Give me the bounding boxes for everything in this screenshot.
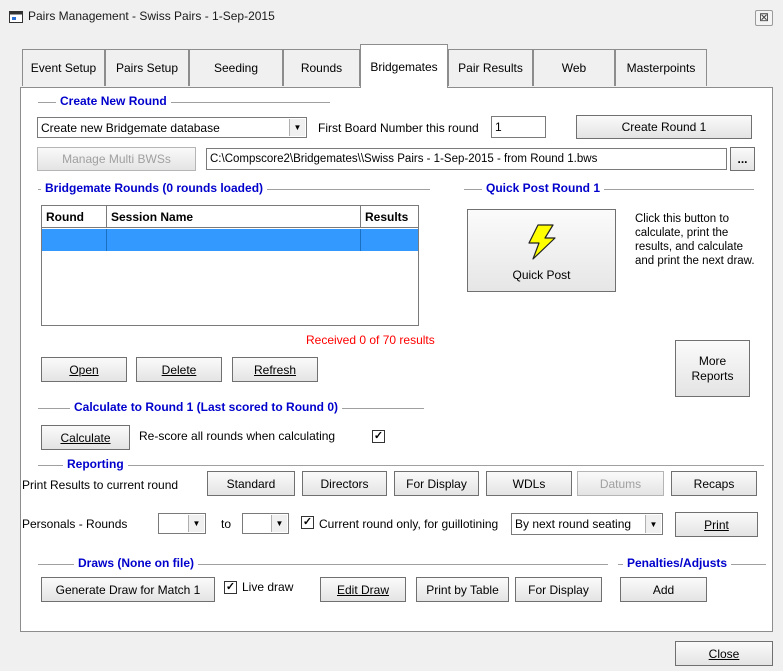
column-header-session-name[interactable]: Session Name	[107, 206, 361, 228]
quick-post-heading: Quick Post Round 1	[482, 181, 605, 195]
window-title: Pairs Management - Swiss Pairs - 1-Sep-2…	[28, 9, 275, 23]
tab-web[interactable]: Web	[533, 49, 615, 86]
wdls-button[interactable]: WDLs	[486, 471, 572, 496]
column-header-results[interactable]: Results	[361, 206, 418, 228]
for-display-button[interactable]: For Display	[394, 471, 479, 496]
tab-pairs-setup[interactable]: Pairs Setup	[105, 49, 189, 86]
rescore-checkbox[interactable]: ✓	[372, 430, 385, 443]
open-button-label: Open	[69, 362, 99, 377]
recaps-button[interactable]: Recaps	[671, 471, 757, 496]
section-divider	[38, 465, 764, 467]
open-button[interactable]: Open	[41, 357, 127, 382]
rounds-to-select[interactable]: ▼	[242, 513, 289, 534]
rounds-from-select[interactable]: ▼	[158, 513, 206, 534]
close-button[interactable]: Close	[675, 641, 773, 666]
first-board-label: First Board Number this round	[318, 121, 479, 135]
chevron-down-icon[interactable]: ▼	[645, 515, 661, 533]
bws-path-input[interactable]: C:\Compscore2\Bridgemates\\Swiss Pairs -…	[206, 148, 727, 170]
close-button-label: Close	[708, 646, 740, 661]
check-icon: ✓	[373, 430, 384, 442]
calculate-button-label: Calculate	[60, 430, 111, 445]
database-select-value: Create new Bridgemate database	[41, 120, 220, 135]
rescore-label: Re-score all rounds when calculating	[139, 429, 336, 443]
reporting-heading: Reporting	[63, 457, 128, 471]
tab-pair-results[interactable]: Pair Results	[448, 49, 533, 86]
received-status: Received 0 of 70 results	[306, 333, 435, 347]
tab-bridgemates[interactable]: Bridgemates	[360, 44, 448, 88]
tab-rounds[interactable]: Rounds	[283, 49, 360, 86]
browse-button[interactable]: ...	[730, 147, 755, 171]
app-window-icon	[9, 11, 23, 23]
draws-heading: Draws (None on file)	[74, 556, 199, 570]
refresh-button[interactable]: Refresh	[232, 357, 318, 382]
check-icon: ✓	[225, 581, 236, 593]
calculate-button[interactable]: Calculate	[41, 425, 130, 450]
quick-post-description: Click this button to calculate, print th…	[635, 213, 755, 267]
print-by-table-button[interactable]: Print by Table	[416, 577, 509, 602]
add-penalty-button[interactable]: Add	[620, 577, 707, 602]
grid-cell-selected[interactable]	[42, 229, 107, 251]
more-reports-label: More	[698, 353, 727, 368]
live-draw-checkbox[interactable]: ✓	[224, 581, 237, 594]
print-results-label: Print Results to current round	[22, 478, 179, 492]
chevron-down-icon[interactable]: ▼	[188, 515, 204, 532]
column-header-round[interactable]: Round	[42, 206, 107, 228]
window-close-icon[interactable]: ⊠	[755, 10, 773, 26]
print-button[interactable]: Print	[675, 512, 758, 537]
more-reports-label: Reports	[691, 368, 734, 383]
tab-masterpoints[interactable]: Masterpoints	[615, 49, 707, 86]
current-round-checkbox[interactable]: ✓	[301, 516, 314, 529]
grid-cell-selected[interactable]	[107, 229, 361, 251]
to-label: to	[221, 517, 232, 531]
refresh-button-label: Refresh	[253, 362, 297, 377]
generate-draw-button[interactable]: Generate Draw for Match 1	[41, 577, 215, 602]
standard-button[interactable]: Standard	[207, 471, 295, 496]
edit-draw-button-label: Edit Draw	[336, 582, 389, 597]
edit-draw-button[interactable]: Edit Draw	[320, 577, 406, 602]
live-draw-label: Live draw	[242, 580, 294, 594]
more-reports-button[interactable]: More Reports	[675, 340, 750, 397]
chevron-down-icon[interactable]: ▼	[289, 119, 305, 136]
delete-button[interactable]: Delete	[136, 357, 222, 382]
create-round-heading: Create New Round	[56, 94, 171, 108]
personals-label: Personals - Rounds	[22, 517, 128, 531]
quick-post-button[interactable]: Quick Post	[467, 209, 616, 292]
current-round-label: Current round only, for guillotining	[319, 517, 499, 531]
tab-seeding[interactable]: Seeding	[189, 49, 283, 86]
quick-post-label: Quick Post	[512, 268, 571, 282]
datums-button[interactable]: Datums	[577, 471, 664, 496]
manage-multi-bws-button[interactable]: Manage Multi BWSs	[37, 147, 196, 171]
penalties-heading: Penalties/Adjusts	[623, 556, 732, 570]
chevron-down-icon[interactable]: ▼	[271, 515, 287, 532]
draws-for-display-button[interactable]: For Display	[515, 577, 602, 602]
database-select[interactable]: Create new Bridgemate database ▼	[37, 117, 307, 138]
check-icon: ✓	[302, 516, 313, 528]
calculate-heading: Calculate to Round 1 (Last scored to Rou…	[70, 400, 343, 414]
rounds-grid[interactable]: Round Session Name Results	[41, 205, 419, 326]
delete-button-label: Delete	[161, 362, 197, 377]
order-select[interactable]: By next round seating ▼	[511, 513, 663, 535]
lightning-bolt-icon	[528, 224, 556, 260]
order-select-value: By next round seating	[515, 517, 632, 531]
directors-button[interactable]: Directors	[302, 471, 387, 496]
first-board-input[interactable]: 1	[491, 116, 546, 138]
tab-event-setup[interactable]: Event Setup	[22, 49, 105, 86]
rounds-heading: Bridgemate Rounds (0 rounds loaded)	[41, 181, 268, 195]
create-round-button[interactable]: Create Round 1	[576, 115, 752, 139]
grid-cell-selected[interactable]	[361, 229, 418, 251]
print-button-label: Print	[704, 517, 729, 532]
